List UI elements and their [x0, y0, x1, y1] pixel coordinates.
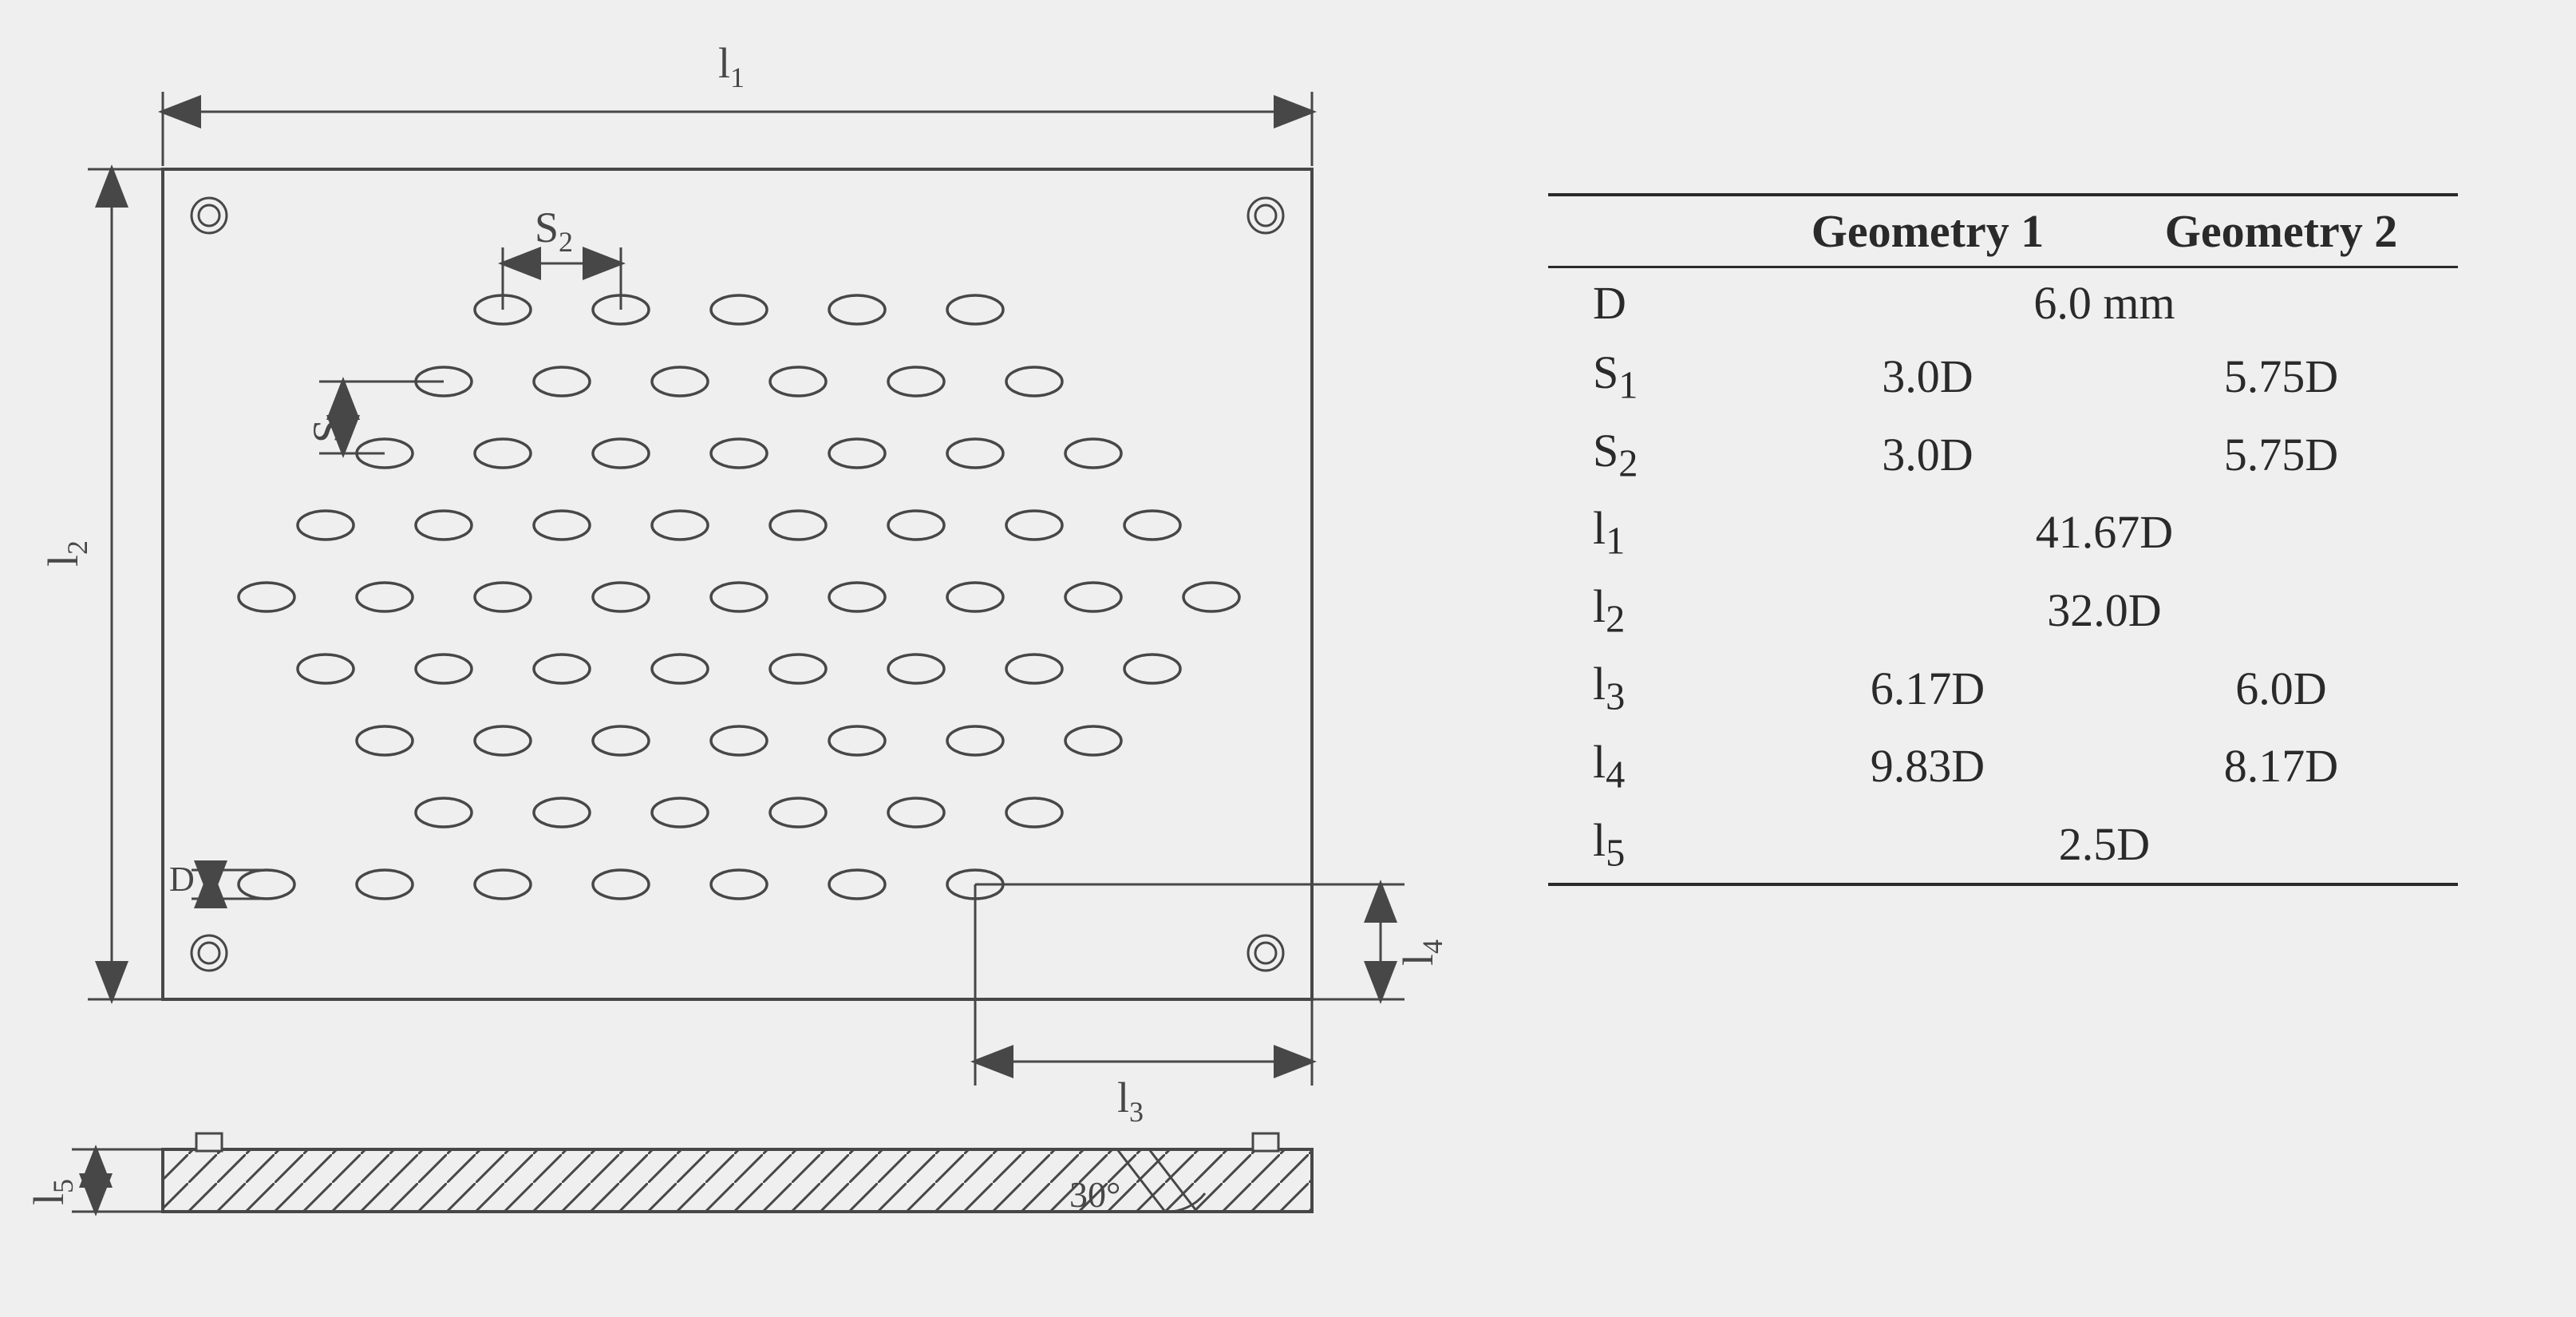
- param-l1: l1: [1548, 493, 1751, 571]
- value-s1-g2: 5.75D: [2104, 338, 2458, 416]
- label-l5: l5: [24, 1179, 80, 1205]
- table-row: D 6.0 mm: [1548, 267, 2458, 338]
- table-row: S2 3.0D 5.75D: [1548, 416, 2458, 494]
- header-blank: [1548, 195, 1751, 267]
- table-row: S1 3.0D 5.75D: [1548, 338, 2458, 416]
- param-s2: S2: [1548, 416, 1751, 494]
- header-geometry2: Geometry 2: [2104, 195, 2458, 267]
- page: l1 l2 S2 S1 D l3 l4 l5 30° Geometry 1 Ge…: [0, 0, 2576, 1315]
- param-s1: S1: [1548, 338, 1751, 416]
- label-s1: S1: [303, 405, 359, 443]
- table-row: l4 9.83D 8.17D: [1548, 727, 2458, 805]
- value-l4-g2: 8.17D: [2104, 727, 2458, 805]
- value-l1: 41.67D: [1751, 493, 2458, 571]
- label-l2: l2: [38, 540, 94, 567]
- value-l3-g2: 6.0D: [2104, 649, 2458, 727]
- label-angle: 30°: [1069, 1173, 1120, 1216]
- parameter-table: Geometry 1 Geometry 2 D 6.0 mm S1 3.0D 5…: [1548, 193, 2458, 886]
- value-s1-g1: 3.0D: [1751, 338, 2104, 416]
- label-s2: S2: [535, 203, 573, 259]
- label-l3: l3: [1117, 1073, 1144, 1129]
- value-d: 6.0 mm: [1751, 267, 2458, 338]
- table-row: l5 2.5D: [1548, 805, 2458, 885]
- param-l4: l4: [1548, 727, 1751, 805]
- value-s2-g2: 5.75D: [2104, 416, 2458, 494]
- label-l1: l1: [718, 38, 745, 94]
- value-l2: 32.0D: [1751, 571, 2458, 650]
- param-l5: l5: [1548, 805, 1751, 885]
- param-d: D: [1548, 267, 1751, 338]
- table-header-row: Geometry 1 Geometry 2: [1548, 195, 2458, 267]
- dimensions: [0, 0, 1436, 1317]
- param-l2: l2: [1548, 571, 1751, 650]
- value-s2-g1: 3.0D: [1751, 416, 2104, 494]
- value-l3-g1: 6.17D: [1751, 649, 2104, 727]
- table-row: l1 41.67D: [1548, 493, 2458, 571]
- table-row: l3 6.17D 6.0D: [1548, 649, 2458, 727]
- label-l4: l4: [1393, 939, 1449, 966]
- table-row: l2 32.0D: [1548, 571, 2458, 650]
- param-l3: l3: [1548, 649, 1751, 727]
- label-d: D: [169, 859, 195, 900]
- value-l4-g1: 9.83D: [1751, 727, 2104, 805]
- value-l5: 2.5D: [1751, 805, 2458, 885]
- header-geometry1: Geometry 1: [1751, 195, 2104, 267]
